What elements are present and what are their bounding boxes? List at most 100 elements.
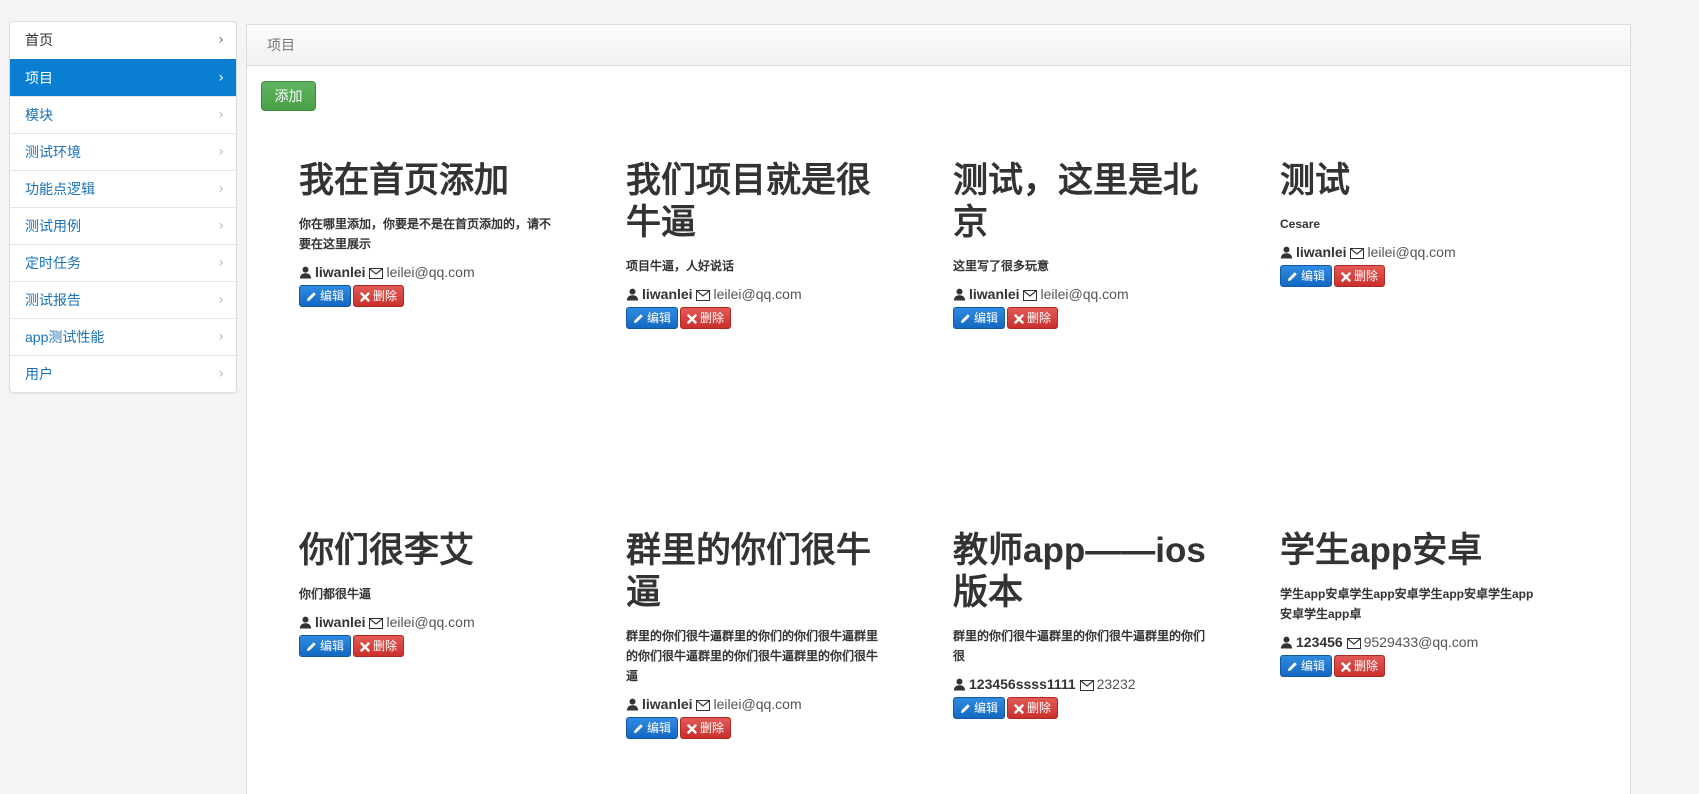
delete-button[interactable]: 删除	[353, 635, 405, 657]
chevron-right-icon: ›	[218, 218, 224, 234]
project-actions: 编辑 删除	[626, 307, 886, 329]
delete-button[interactable]: 删除	[1334, 655, 1386, 677]
edit-button[interactable]: 编辑	[299, 635, 352, 657]
project-card: 学生app安卓学生app安卓学生app安卓学生app安卓学生app安卓学生app…	[1280, 530, 1540, 677]
sidebar-nav: 首页 › 项目 › 模块 › 测试环境 › 功能点逻辑 › 测试用例 › 定时任…	[9, 21, 237, 393]
project-description: 你在哪里添加，你要是不是在首页添加的，请不要在这里展示	[299, 217, 552, 251]
user-icon	[626, 696, 639, 716]
delete-label: 删除	[1027, 701, 1052, 715]
delete-label: 删除	[700, 721, 725, 735]
remove-icon	[1341, 269, 1354, 283]
edit-label: 编辑	[974, 311, 999, 325]
pencil-icon	[1287, 659, 1301, 673]
project-owner: liwanlei	[642, 696, 693, 712]
pencil-icon	[306, 289, 320, 303]
user-icon	[299, 614, 312, 634]
project-meta: 123456ssss1111 23232	[953, 674, 1213, 696]
project-title: 测试	[1280, 161, 1351, 200]
project-card: 教师app——ios版本 群里的你们很牛逼群里的你们很牛逼群里的你们很 123456…	[953, 530, 1213, 719]
project-title: 我在首页添加	[299, 161, 510, 200]
project-email: leilei@qq.com	[713, 286, 802, 302]
envelope-icon	[1346, 634, 1361, 654]
sidebar-item-label: 功能点逻辑	[25, 181, 95, 197]
user-icon	[1280, 634, 1293, 654]
pencil-icon	[633, 721, 647, 735]
project-actions: 编辑 删除	[1280, 655, 1540, 677]
edit-label: 编辑	[320, 289, 345, 303]
project-card: 我在首页添加 你在哪里添加，你要是不是在首页添加的，请不要在这里展示 liwanle…	[299, 160, 559, 307]
project-owner: liwanlei	[642, 286, 693, 302]
edit-button[interactable]: 编辑	[626, 307, 679, 329]
envelope-icon	[1023, 286, 1038, 306]
sidebar-item-scheduled-tasks[interactable]: 定时任务 ›	[10, 244, 236, 281]
sidebar-item-home[interactable]: 首页 ›	[10, 22, 236, 59]
delete-label: 删除	[1354, 659, 1379, 673]
edit-button[interactable]: 编辑	[953, 307, 1006, 329]
project-card: 我们项目就是很牛逼 项目牛逼，人好说话 liwanlei leilei@qq.com…	[626, 160, 886, 329]
sidebar-item-modules[interactable]: 模块 ›	[10, 96, 236, 133]
delete-button[interactable]: 删除	[680, 717, 732, 739]
project-title: 你们很李艾	[299, 531, 475, 570]
edit-label: 编辑	[1301, 659, 1326, 673]
sidebar-item-app-performance[interactable]: app测试性能 ›	[10, 318, 236, 355]
project-title: 测试，这里是北京	[953, 161, 1199, 242]
project-email: leilei@qq.com	[1040, 286, 1129, 302]
project-card: 测试 Cesare liwanlei leilei@qq.com 编辑 删除	[1280, 160, 1540, 287]
project-email: leilei@qq.com	[386, 614, 475, 630]
edit-button[interactable]: 编辑	[953, 697, 1006, 719]
project-actions: 编辑 删除	[299, 635, 559, 657]
edit-label: 编辑	[647, 311, 672, 325]
edit-button[interactable]: 编辑	[1280, 265, 1333, 287]
project-description: Cesare	[1280, 217, 1321, 231]
chevron-right-icon: ›	[218, 107, 224, 123]
sidebar-item-label: app测试性能	[25, 329, 105, 345]
chevron-right-icon: ›	[218, 70, 224, 86]
delete-label: 删除	[373, 289, 398, 303]
envelope-icon	[696, 696, 711, 716]
project-card: 你们很李艾你们都很牛逼 liwanlei leilei@qq.com 编辑 删除	[299, 530, 559, 657]
sidebar-item-test-cases[interactable]: 测试用例 ›	[10, 207, 236, 244]
edit-button[interactable]: 编辑	[1280, 655, 1333, 677]
project-meta: liwanlei leilei@qq.com	[626, 284, 886, 306]
project-meta: liwanlei leilei@qq.com	[1280, 242, 1540, 264]
project-email: leilei@qq.com	[713, 696, 802, 712]
sidebar-item-test-reports[interactable]: 测试报告 ›	[10, 281, 236, 318]
user-icon	[626, 286, 639, 306]
sidebar-item-test-env[interactable]: 测试环境 ›	[10, 133, 236, 170]
sidebar-item-projects[interactable]: 项目 ›	[10, 59, 236, 96]
chevron-right-icon: ›	[218, 144, 224, 160]
project-actions: 编辑 删除	[626, 717, 886, 739]
add-project-button[interactable]: 添加	[261, 81, 316, 111]
remove-icon	[1341, 659, 1354, 673]
delete-button[interactable]: 删除	[1007, 697, 1059, 719]
delete-button[interactable]: 删除	[353, 285, 405, 307]
remove-icon	[360, 639, 373, 653]
project-description: 学生app安卓学生app安卓学生app安卓学生app安卓学生app卓	[1280, 587, 1534, 621]
sidebar-item-users[interactable]: 用户 ›	[10, 355, 236, 392]
user-icon	[953, 676, 966, 696]
chevron-right-icon: ›	[218, 366, 224, 382]
sidebar-item-label: 定时任务	[25, 255, 81, 271]
edit-button[interactable]: 编辑	[299, 285, 352, 307]
project-owner: liwanlei	[315, 614, 366, 630]
delete-label: 删除	[1354, 269, 1379, 283]
delete-button[interactable]: 删除	[1334, 265, 1386, 287]
project-description: 你们都很牛逼	[299, 587, 372, 601]
chevron-right-icon: ›	[218, 329, 224, 345]
sidebar-item-label: 测试用例	[25, 218, 81, 234]
user-icon	[299, 264, 312, 284]
edit-button[interactable]: 编辑	[626, 717, 679, 739]
sidebar-item-label: 项目	[25, 70, 53, 86]
project-description: 群里的你们很牛逼群里的你们的你们很牛逼群里的你们很牛逼群里的你们很牛逼群里的你们…	[626, 629, 879, 683]
delete-button[interactable]: 删除	[680, 307, 732, 329]
delete-label: 删除	[373, 639, 398, 653]
envelope-icon	[369, 614, 384, 634]
pencil-icon	[960, 701, 974, 715]
delete-button[interactable]: 删除	[1007, 307, 1059, 329]
project-email: leilei@qq.com	[1367, 244, 1456, 260]
project-title: 学生app安卓	[1280, 531, 1483, 570]
project-description: 项目牛逼，人好说话	[626, 259, 735, 273]
projects-panel: 项目 添加 我在首页添加 你在哪里添加，你要是不是在首页添加的，请不要在这里展示 l…	[246, 24, 1631, 794]
sidebar-item-function-logic[interactable]: 功能点逻辑 ›	[10, 170, 236, 207]
pencil-icon	[1287, 269, 1301, 283]
